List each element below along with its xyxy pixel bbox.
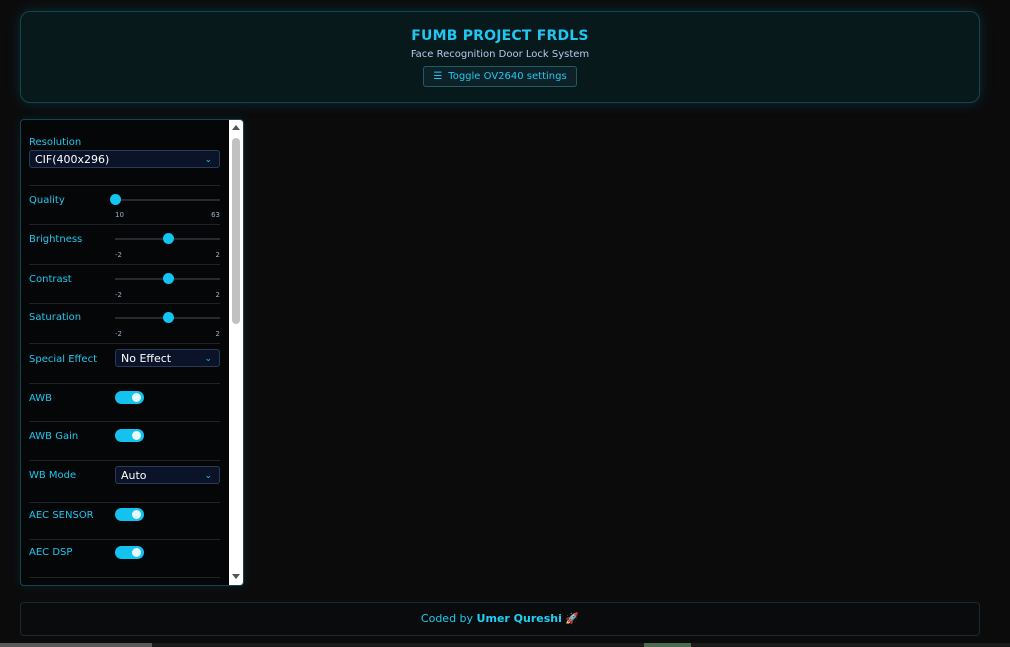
contrast-label: Contrast <box>29 274 72 285</box>
header-card: FUMB PROJECT FRDLS Face Recognition Door… <box>20 11 980 103</box>
aec-sensor-toggle[interactable] <box>115 508 144 521</box>
aec-dsp-label: AEC DSP <box>29 547 73 558</box>
awb-label: AWB <box>29 393 53 404</box>
scroll-down-arrow-icon[interactable] <box>232 574 240 579</box>
scroll-up-arrow-icon[interactable] <box>232 125 240 130</box>
chevron-down-icon: ⌄ <box>204 354 212 364</box>
contrast-min: -2 <box>115 291 122 299</box>
saturation-row: Saturation -2 2 <box>29 303 220 344</box>
settings-panel: Resolution CIF(400x296) ⌄ Quality 10 63 … <box>20 119 244 586</box>
special-effect-label: Special Effect <box>29 354 97 365</box>
wb-mode-value: Auto <box>121 469 147 482</box>
chevron-down-icon: ⌄ <box>204 155 212 165</box>
saturation-slider[interactable] <box>115 312 220 323</box>
awb-row: AWB <box>29 383 220 422</box>
resolution-value: CIF(400x296) <box>35 153 110 166</box>
saturation-slider-thumb[interactable] <box>162 312 174 323</box>
wb-mode-select[interactable]: Auto ⌄ <box>115 466 220 484</box>
quality-slider-thumb[interactable] <box>110 194 121 205</box>
special-effect-row: Special Effect No Effect ⌄ <box>29 343 220 384</box>
aec-dsp-row: AEC DSP <box>29 539 220 578</box>
special-effect-value: No Effect <box>121 352 172 365</box>
contrast-slider[interactable] <box>115 273 220 284</box>
app-title: FUMB PROJECT FRDLS <box>411 28 589 44</box>
awb-gain-toggle[interactable] <box>115 429 144 442</box>
toggle-knob <box>132 431 141 440</box>
menu-icon: ☰ <box>433 71 443 82</box>
footer-prefix: Coded by <box>420 612 474 625</box>
taskbar-segment <box>644 643 691 647</box>
awb-gain-label: AWB Gain <box>29 431 79 442</box>
panel-scrollbar[interactable] <box>229 120 243 585</box>
quality-max: 63 <box>211 211 220 219</box>
chevron-down-icon: ⌄ <box>204 471 212 481</box>
aec-sensor-row: AEC SENSOR <box>29 502 220 540</box>
saturation-min: -2 <box>115 330 122 338</box>
brightness-slider-thumb[interactable] <box>162 233 174 244</box>
footer: Coded by Umer Qureshi 🚀 <box>20 602 980 636</box>
contrast-slider-thumb[interactable] <box>162 273 174 284</box>
brightness-label: Brightness <box>29 234 83 245</box>
awb-toggle[interactable] <box>115 391 144 404</box>
brightness-slider[interactable] <box>115 233 220 244</box>
awb-gain-row: AWB Gain <box>29 421 220 461</box>
resolution-row: Resolution CIF(400x296) ⌄ <box>29 133 220 186</box>
contrast-row: Contrast -2 2 <box>29 264 220 304</box>
footer-author: Umer Qureshi <box>476 612 562 625</box>
toggle-settings-button[interactable]: ☰ Toggle OV2640 settings <box>423 66 577 87</box>
quality-slider[interactable] <box>110 194 220 205</box>
saturation-max: 2 <box>215 330 220 338</box>
brightness-max: 2 <box>215 251 220 259</box>
resolution-select[interactable]: CIF(400x296) ⌄ <box>29 150 220 168</box>
brightness-row: Brightness -2 2 <box>29 224 220 265</box>
toggle-knob <box>132 393 141 402</box>
toggle-knob <box>132 510 141 519</box>
quality-min: 10 <box>115 211 124 219</box>
rocket-icon: 🚀 <box>565 612 580 625</box>
contrast-max: 2 <box>215 291 220 299</box>
special-effect-select[interactable]: No Effect ⌄ <box>115 349 220 367</box>
toggle-knob <box>132 548 141 557</box>
settings-scroll-area[interactable]: Resolution CIF(400x296) ⌄ Quality 10 63 … <box>21 120 229 585</box>
wb-mode-row: WB Mode Auto ⌄ <box>29 460 220 503</box>
taskbar-strip <box>0 643 1010 647</box>
taskbar-segment <box>0 643 152 647</box>
saturation-label: Saturation <box>29 312 82 323</box>
aec-sensor-label: AEC SENSOR <box>29 510 94 521</box>
quality-row: Quality 10 63 <box>29 185 220 225</box>
toggle-settings-label: Toggle OV2640 settings <box>448 71 567 82</box>
wb-mode-label: WB Mode <box>29 470 77 481</box>
brightness-min: -2 <box>115 251 122 259</box>
aec-dsp-toggle[interactable] <box>115 546 144 559</box>
resolution-label: Resolution <box>29 137 82 148</box>
scrollbar-thumb[interactable] <box>232 138 240 324</box>
app-subtitle: Face Recognition Door Lock System <box>410 49 590 60</box>
quality-label: Quality <box>29 195 65 206</box>
